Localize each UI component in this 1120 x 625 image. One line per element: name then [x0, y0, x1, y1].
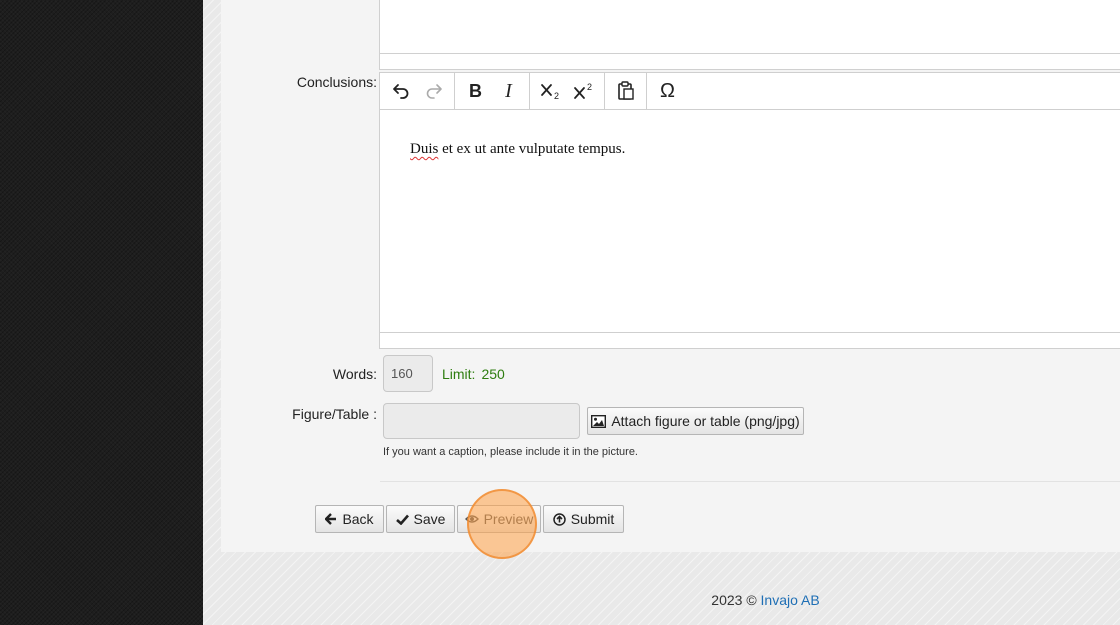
figure-label: Figure/Table :	[292, 406, 377, 422]
special-group: Ω	[647, 73, 688, 109]
svg-text:2: 2	[554, 91, 559, 100]
preview-button[interactable]: Preview	[457, 505, 541, 533]
word-limit: Limit: 250	[442, 366, 505, 382]
submit-button[interactable]: Submit	[543, 505, 624, 533]
submit-label: Submit	[570, 511, 615, 527]
save-label: Save	[413, 511, 446, 527]
superscript-icon[interactable]: 2	[567, 76, 600, 106]
bold-button[interactable]: B	[459, 76, 492, 106]
italic-button[interactable]: I	[492, 76, 525, 106]
subscript-icon[interactable]: 2	[534, 76, 567, 106]
special-character-button[interactable]: Ω	[651, 76, 684, 106]
limit-value: 250	[481, 366, 505, 382]
arrow-left-icon	[325, 513, 337, 525]
limit-label: Limit:	[442, 366, 476, 382]
undo-icon[interactable]	[384, 76, 417, 106]
paste-group	[605, 73, 647, 109]
svg-text:2: 2	[587, 82, 592, 92]
attach-label: Attach figure or table (png/jpg)	[611, 413, 800, 429]
word-count-field: 160	[383, 355, 433, 392]
words-label: Words:	[332, 366, 377, 382]
attach-figure-button[interactable]: Attach figure or table (png/jpg)	[587, 407, 804, 435]
eye-icon	[464, 515, 479, 523]
arrow-up-circle-icon	[552, 512, 566, 526]
caption-hint: If you want a caption, please include it…	[383, 446, 638, 458]
conclusions-label: Conclusions:	[296, 74, 377, 90]
back-button[interactable]: Back	[315, 505, 384, 533]
misspelled-word: Duis	[410, 141, 439, 157]
conclusions-text: et ex ut ante vulputate tempus.	[438, 141, 626, 157]
back-label: Back	[342, 511, 374, 527]
editor-statusbar	[380, 332, 1120, 348]
conclusions-editor[interactable]: B I 2 2 Ω Duis et ex ut ante vulputate t…	[379, 72, 1120, 349]
preview-label: Preview	[483, 511, 534, 527]
image-icon	[591, 414, 607, 428]
copyright-text: 2023 ©	[711, 592, 757, 608]
script-group: 2 2	[530, 73, 605, 109]
previous-editor[interactable]	[379, 0, 1120, 70]
company-link[interactable]: Invajo AB	[761, 592, 820, 608]
figure-preview-field	[383, 403, 580, 439]
editor-content[interactable]: Duis et ex ut ante vulputate tempus.	[380, 110, 1120, 332]
previous-editor-statusbar	[380, 53, 1120, 70]
section-divider	[380, 481, 1120, 482]
paste-icon[interactable]	[609, 76, 642, 106]
editor-toolbar: B I 2 2 Ω	[380, 73, 1120, 110]
format-group: B I	[455, 73, 530, 109]
footer: 2023 © Invajo AB	[203, 592, 1120, 608]
redo-icon[interactable]	[417, 76, 450, 106]
left-background	[0, 0, 203, 625]
checkmark-icon	[395, 514, 409, 525]
save-button[interactable]: Save	[386, 505, 455, 533]
history-group	[380, 73, 455, 109]
